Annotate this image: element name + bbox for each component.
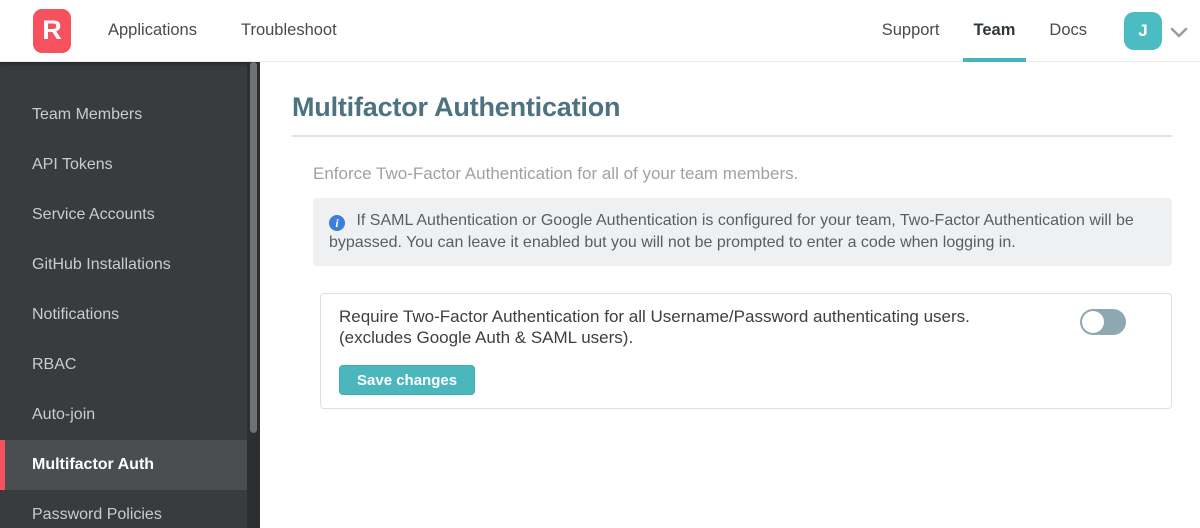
info-icon: i <box>329 215 345 231</box>
nav-item-docs[interactable]: Docs <box>1038 0 1098 62</box>
mfa-toggle-knob <box>1082 311 1104 333</box>
secondary-nav: Support Team Docs J <box>865 0 1200 62</box>
nav-item-support[interactable]: Support <box>871 0 951 62</box>
team-active-underline <box>962 57 1027 62</box>
rollbar-logo[interactable]: R <box>33 8 71 53</box>
save-changes-button[interactable]: Save changes <box>339 365 476 395</box>
primary-nav: Applications Troubleshoot <box>108 21 381 40</box>
chevron-down-icon[interactable] <box>1170 27 1188 39</box>
sidebar-item-multifactor-auth[interactable]: Multifactor Auth <box>0 440 260 490</box>
mfa-card-row: Require Two-Factor Authentication for al… <box>339 306 1153 348</box>
sidebar: Team Members API Tokens Service Accounts… <box>0 62 260 528</box>
sidebar-item-github-installations[interactable]: GitHub Installations <box>0 240 260 290</box>
mfa-settings-section: Enforce Two-Factor Authentication for al… <box>292 164 1172 409</box>
main-content: Multifactor Authentication Enforce Two-F… <box>260 62 1200 528</box>
logo-letter: R <box>42 15 62 45</box>
sidebar-item-notifications[interactable]: Notifications <box>0 290 260 340</box>
sidebar-item-rbac[interactable]: RBAC <box>0 340 260 390</box>
mfa-requirement-line1: Require Two-Factor Authentication for al… <box>339 307 970 326</box>
mfa-toggle[interactable] <box>1080 309 1126 335</box>
mfa-requirement-card: Require Two-Factor Authentication for al… <box>320 293 1172 409</box>
sidebar-item-team-members[interactable]: Team Members <box>0 90 260 140</box>
nav-item-team[interactable]: Team <box>962 0 1027 62</box>
page-body: Team Members API Tokens Service Accounts… <box>0 62 1200 528</box>
avatar-initial: J <box>1138 20 1148 40</box>
sidebar-item-api-tokens[interactable]: API Tokens <box>0 140 260 190</box>
mfa-requirement-line2: (excludes Google Auth & SAML users). <box>339 328 634 347</box>
info-alert-text: If SAML Authentication or Google Authent… <box>329 212 1134 251</box>
nav-item-team-label: Team <box>973 21 1016 39</box>
title-divider <box>292 135 1172 137</box>
nav-item-applications[interactable]: Applications <box>108 21 197 40</box>
sidebar-item-auto-join[interactable]: Auto-join <box>0 390 260 440</box>
mfa-requirement-label: Require Two-Factor Authentication for al… <box>339 306 970 348</box>
nav-item-troubleshoot[interactable]: Troubleshoot <box>241 21 337 40</box>
avatar[interactable]: J <box>1124 11 1162 50</box>
sidebar-scrollbar-track[interactable] <box>247 62 260 528</box>
section-description: Enforce Two-Factor Authentication for al… <box>313 164 799 183</box>
sidebar-scrollbar-thumb[interactable] <box>250 62 257 433</box>
page-title: Multifactor Authentication <box>292 92 621 122</box>
top-navbar: R Applications Troubleshoot Support Team… <box>0 0 1200 62</box>
sidebar-item-password-policies[interactable]: Password Policies <box>0 490 260 528</box>
info-alert: i If SAML Authentication or Google Authe… <box>313 198 1172 266</box>
sidebar-item-service-accounts[interactable]: Service Accounts <box>0 190 260 240</box>
